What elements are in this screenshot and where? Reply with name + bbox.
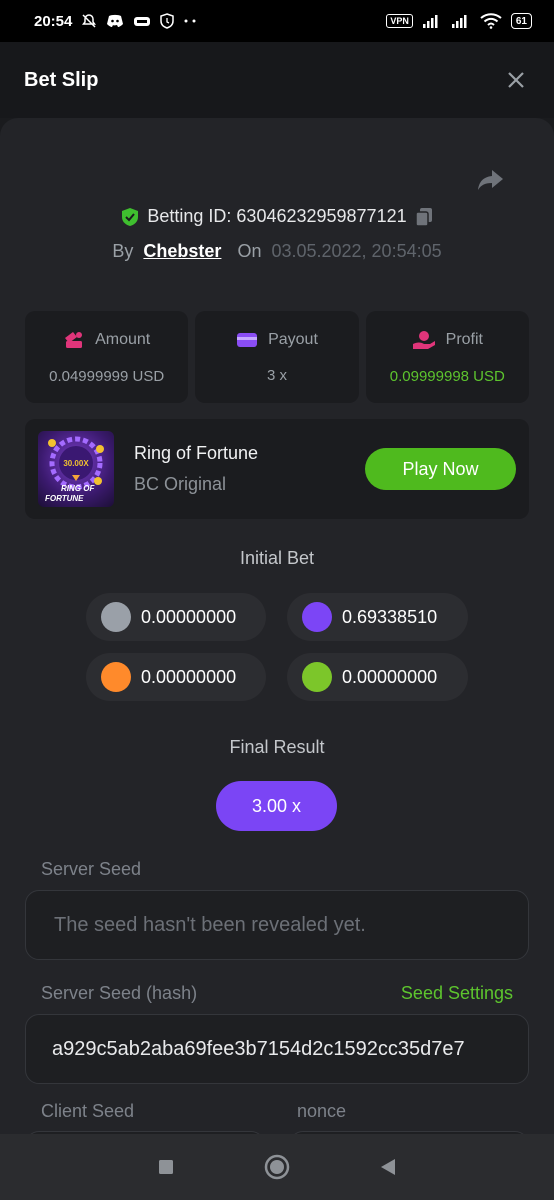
close-button[interactable]	[502, 66, 530, 94]
battery-indicator: 61	[510, 13, 532, 29]
bet-chip: 0.69338510	[287, 593, 468, 641]
play-now-button[interactable]: Play Now	[365, 448, 516, 490]
bet-author-row: By Chebster On 03.05.2022, 20:54:05	[0, 241, 554, 262]
wifi-icon	[480, 13, 502, 29]
stat-payout-label: Payout	[268, 330, 318, 348]
vpn-badge: VPN	[386, 14, 413, 28]
recents-icon[interactable]	[157, 1158, 175, 1176]
status-time: 20:54	[34, 12, 73, 30]
share-icon	[478, 170, 503, 190]
shield-icon	[160, 13, 175, 29]
initial-bet-chips: 0.00000000 0.69338510 0.00000000 0.00000…	[86, 593, 468, 701]
seed-settings-link[interactable]: Seed Settings	[401, 983, 513, 1004]
profit-hand-icon	[412, 330, 435, 349]
chip-dot-purple	[302, 602, 332, 632]
nonce-label: nonce	[297, 1101, 347, 1121]
chip-dot-orange	[101, 662, 131, 692]
home-icon[interactable]	[263, 1153, 291, 1181]
system-nav-bar	[0, 1134, 554, 1200]
more-icon	[183, 19, 197, 23]
chip-value: 0.69338510	[342, 606, 438, 627]
betting-id: Betting ID: 63046232959877121	[147, 206, 407, 226]
final-result-title: Final Result	[229, 737, 325, 757]
stat-payout-value: 3 x	[266, 366, 287, 384]
wallet-icon	[237, 332, 258, 347]
thumb-multiplier: 30.00X	[63, 459, 89, 468]
bet-chip: 0.00000000	[287, 653, 468, 701]
stat-amount: Amount 0.04999999 USD	[25, 311, 189, 403]
share-button[interactable]	[476, 168, 504, 197]
bet-slip-header: Bet Slip	[0, 42, 554, 118]
stat-profit-value: 0.09999998 USD	[389, 367, 505, 385]
bet-chip: 0.00000000	[86, 653, 266, 701]
signal-icon	[422, 14, 442, 28]
client-seed-label: Client Seed	[41, 1101, 135, 1121]
betting-id-row: Betting ID: 63046232959877121	[0, 206, 554, 227]
thumb-title-line2: FORTUNE	[45, 494, 84, 503]
stat-amount-label: Amount	[95, 330, 151, 348]
chip-dot-gray	[101, 602, 131, 632]
close-icon	[508, 72, 524, 88]
stats-row: Amount 0.04999999 USD Payout 3 x Profit …	[25, 311, 529, 403]
final-result-badge: 3.00 x	[216, 781, 337, 831]
game-card: 30.00X RING OF FORTUNE Ring of Fortune B…	[25, 419, 529, 519]
game-thumbnail[interactable]: 30.00X RING OF FORTUNE	[38, 431, 114, 507]
signal-icon	[451, 14, 471, 28]
game-name[interactable]: Ring of Fortune	[134, 443, 258, 464]
server-seed-hash-field[interactable]: a929c5ab2aba69fee3b7154d2c1592cc35d7e7	[25, 1014, 529, 1084]
verified-shield-icon	[122, 207, 139, 226]
by-label: By	[112, 241, 134, 261]
mute-icon	[81, 13, 97, 29]
bet-slip-sheet: Betting ID: 63046232959877121 By Chebste…	[0, 118, 554, 1134]
user-link[interactable]: Chebster	[143, 241, 221, 262]
chip-value: 0.00000000	[141, 666, 237, 687]
stat-profit: Profit 0.09999998 USD	[365, 311, 529, 403]
on-label: On	[237, 241, 262, 261]
game-provider: BC Original	[134, 474, 227, 494]
back-icon[interactable]	[379, 1157, 397, 1177]
stat-amount-value: 0.04999999 USD	[49, 367, 165, 385]
stat-payout: Payout 3 x	[195, 311, 359, 403]
chip-value: 0.00000000	[141, 606, 237, 627]
server-seed-hash-label: Server Seed (hash)	[41, 983, 198, 1003]
stat-profit-label: Profit	[445, 330, 483, 348]
copy-icon[interactable]	[414, 207, 433, 227]
server-seed-input[interactable]	[52, 912, 502, 938]
discord-icon	[106, 14, 124, 28]
bet-chip: 0.00000000	[86, 593, 266, 641]
server-seed-hash-value: a929c5ab2aba69fee3b7154d2c1592cc35d7e7	[52, 1037, 465, 1060]
coins-icon	[65, 331, 83, 348]
thumb-title-line1: RING OF	[61, 484, 95, 493]
initial-bet-title: Initial Bet	[239, 548, 315, 568]
page-title: Bet Slip	[24, 68, 99, 91]
bet-date: 03.05.2022, 20:54:05	[271, 241, 442, 261]
server-seed-label: Server Seed	[41, 859, 142, 879]
app-icon	[133, 14, 151, 28]
server-seed-field[interactable]	[25, 890, 529, 960]
chip-dot-green	[302, 662, 332, 692]
chip-value: 0.00000000	[342, 666, 438, 687]
status-bar: 20:54 VPN 61	[0, 0, 554, 42]
